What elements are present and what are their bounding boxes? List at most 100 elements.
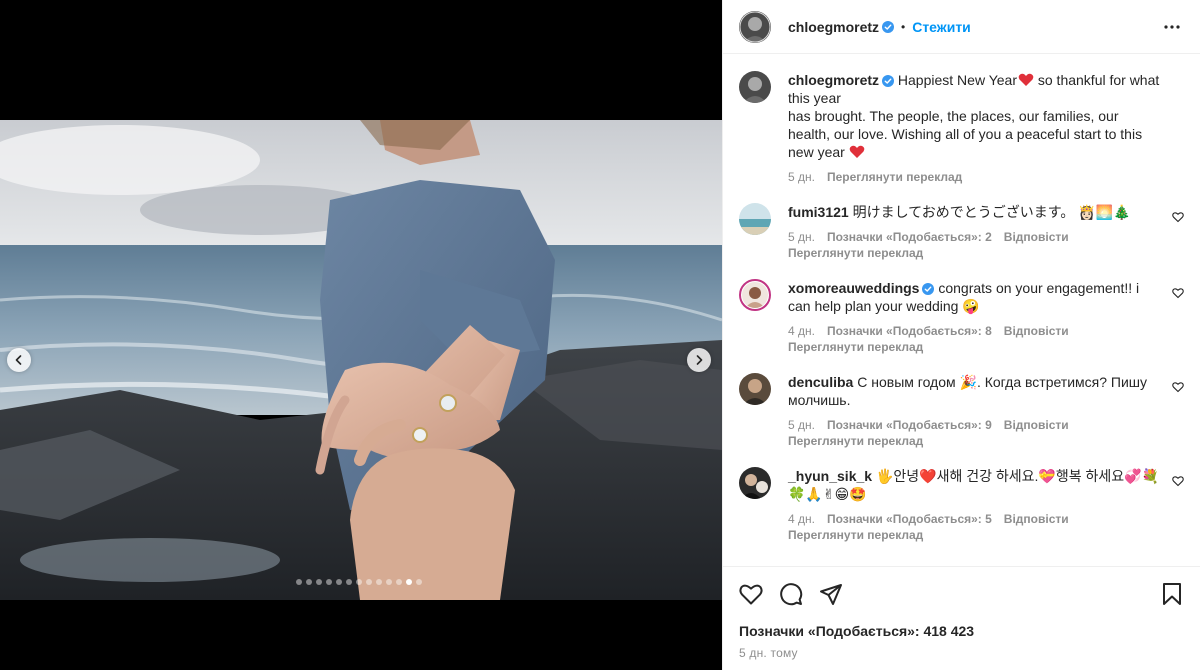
slide-dot	[386, 579, 392, 585]
reply-button[interactable]: Відповісти	[1004, 418, 1069, 432]
chevron-right-icon	[696, 355, 703, 365]
slide-dot	[356, 579, 362, 585]
comment-likes[interactable]: Позначки «Подобається»: 8	[827, 324, 992, 338]
comment-likes[interactable]: Позначки «Подобається»: 2	[827, 230, 992, 244]
save-button[interactable]	[1160, 582, 1184, 606]
post-likes-count[interactable]: Позначки «Подобається»: 418 423	[739, 623, 1184, 639]
caption-time: 5 дн.	[788, 170, 815, 184]
comment-translate-link[interactable]: Переглянути переклад	[788, 433, 1160, 449]
verified-badge-icon	[882, 75, 895, 87]
avatar-image	[739, 203, 771, 235]
heart-icon	[739, 584, 763, 605]
comment-button[interactable]	[779, 582, 803, 606]
more-options-button[interactable]	[1160, 15, 1184, 39]
avatar[interactable]	[739, 279, 771, 311]
action-icons-row	[739, 581, 1184, 607]
caption-translate-link[interactable]: Переглянути переклад	[827, 170, 962, 184]
comment-translate-link[interactable]: Переглянути переклад	[788, 339, 1160, 355]
caption-text-part-1: Happiest New Year	[894, 72, 1017, 88]
caption-text-part-3: has brought. The people, the places, our…	[788, 108, 1143, 160]
avatar[interactable]	[739, 467, 771, 499]
like-comment-heart-icon[interactable]	[1172, 381, 1184, 393]
comment-meta: 5 дн. Позначки «Подобається»: 9 Відповісти	[788, 417, 1160, 433]
avatar-image	[739, 71, 771, 103]
avatar-image	[739, 373, 771, 405]
avatar-image	[739, 467, 771, 499]
slide-dot	[326, 579, 332, 585]
next-slide-button[interactable]	[687, 348, 711, 372]
comment-time: 4 дн.	[788, 512, 815, 526]
post-header: chloegmoretz • Стежити	[723, 0, 1200, 54]
slide-dot	[346, 579, 352, 585]
slide-dot	[306, 579, 312, 585]
comment-bubble-icon	[780, 583, 803, 606]
comment-item: fumi3121 明けましておめでとうございます。 👸🏻🌅🎄 5 дн. Позн…	[739, 203, 1184, 261]
comment-time: 4 дн.	[788, 324, 815, 338]
post-caption: chloegmoretz Happiest New Year so thankf…	[739, 71, 1184, 185]
comment-username[interactable]: denculiba	[788, 374, 853, 390]
comment-meta: 4 дн. Позначки «Подобається»: 5 Відповісти	[788, 511, 1160, 527]
like-comment-heart-icon[interactable]	[1172, 211, 1184, 223]
comments-list[interactable]: chloegmoretz Happiest New Year so thankf…	[723, 55, 1200, 565]
comment-item: _hyun_sik_k 🖐안녕❤️새해 건강 하세요.💝행복 하세요💞💐🍀🙏✌😁…	[739, 467, 1184, 543]
slide-dot	[396, 579, 402, 585]
slide-dot	[316, 579, 322, 585]
comment-body: xomoreauweddings congrats on your engage…	[788, 279, 1184, 355]
avatar[interactable]	[739, 10, 771, 43]
more-icon	[1164, 24, 1180, 29]
comment-time: 5 дн.	[788, 418, 815, 432]
comment-body: _hyun_sik_k 🖐안녕❤️새해 건강 하세요.💝행복 하세요💞💐🍀🙏✌😁…	[788, 467, 1184, 543]
comment-body: fumi3121 明けましておめでとうございます。 👸🏻🌅🎄 5 дн. Позн…	[788, 203, 1184, 261]
comment-translate-link[interactable]: Переглянути переклад	[788, 527, 1160, 543]
post-actions: Позначки «Подобається»: 418 423 5 дн. то…	[723, 566, 1200, 660]
post-photo	[0, 120, 722, 600]
like-comment-heart-icon[interactable]	[1172, 287, 1184, 299]
comment-time: 5 дн.	[788, 230, 815, 244]
comment-username[interactable]: _hyun_sik_k	[788, 468, 872, 484]
chevron-left-icon	[15, 355, 22, 365]
reply-button[interactable]: Відповісти	[1004, 324, 1069, 338]
reply-button[interactable]: Відповісти	[1004, 230, 1069, 244]
comment-item: denculiba С новым годом 🎉. Когда встрети…	[739, 373, 1184, 449]
share-button[interactable]	[819, 582, 843, 606]
comment-meta: 5 дн. Позначки «Подобається»: 2 Відповісти	[788, 229, 1160, 245]
separator-dot: •	[901, 19, 906, 34]
comment-username[interactable]: fumi3121	[788, 204, 849, 220]
comment-likes[interactable]: Позначки «Подобається»: 9	[827, 418, 992, 432]
caption-username[interactable]: chloegmoretz	[788, 72, 879, 88]
like-comment-heart-icon[interactable]	[1172, 475, 1184, 487]
avatar[interactable]	[739, 373, 771, 405]
like-button[interactable]	[739, 582, 763, 606]
post-timestamp: 5 дн. тому	[739, 646, 798, 660]
photo-engagement-ring-hands	[0, 120, 722, 600]
slide-dot	[366, 579, 372, 585]
slide-dot	[296, 579, 302, 585]
slide-indicator-dots	[296, 579, 422, 585]
red-heart-emoji-icon	[1018, 73, 1034, 86]
comment-body: denculiba С новым годом 🎉. Когда встрети…	[788, 373, 1184, 449]
comment-translate-link[interactable]: Переглянути переклад	[788, 245, 1160, 261]
slide-dot	[406, 579, 412, 585]
verified-badge-icon	[922, 283, 935, 295]
avatar-image	[742, 282, 768, 308]
caption-meta: 5 дн. Переглянути переклад	[788, 169, 1160, 185]
slide-dot	[336, 579, 342, 585]
slide-dot	[376, 579, 382, 585]
comment-username[interactable]: xomoreauweddings	[788, 280, 919, 296]
paper-plane-icon	[820, 584, 842, 605]
post-author-username[interactable]: chloegmoretz	[788, 19, 879, 35]
bookmark-icon	[1163, 583, 1181, 605]
comment-item: xomoreauweddings congrats on your engage…	[739, 279, 1184, 355]
comment-likes[interactable]: Позначки «Подобається»: 5	[827, 512, 992, 526]
post-side-panel: chloegmoretz • Стежити chloegmoretz Happ…	[722, 0, 1200, 670]
slide-dot	[416, 579, 422, 585]
caption-body: chloegmoretz Happiest New Year so thankf…	[788, 71, 1184, 185]
avatar[interactable]	[739, 203, 771, 235]
comment-text: 明けましておめでとうございます。 👸🏻🌅🎄	[848, 204, 1131, 220]
comment-meta: 4 дн. Позначки «Подобається»: 8 Відповісти	[788, 323, 1160, 339]
previous-slide-button[interactable]	[7, 348, 31, 372]
avatar-image	[739, 10, 771, 43]
follow-button[interactable]: Стежити	[912, 19, 971, 35]
reply-button[interactable]: Відповісти	[1004, 512, 1069, 526]
avatar[interactable]	[739, 71, 771, 103]
